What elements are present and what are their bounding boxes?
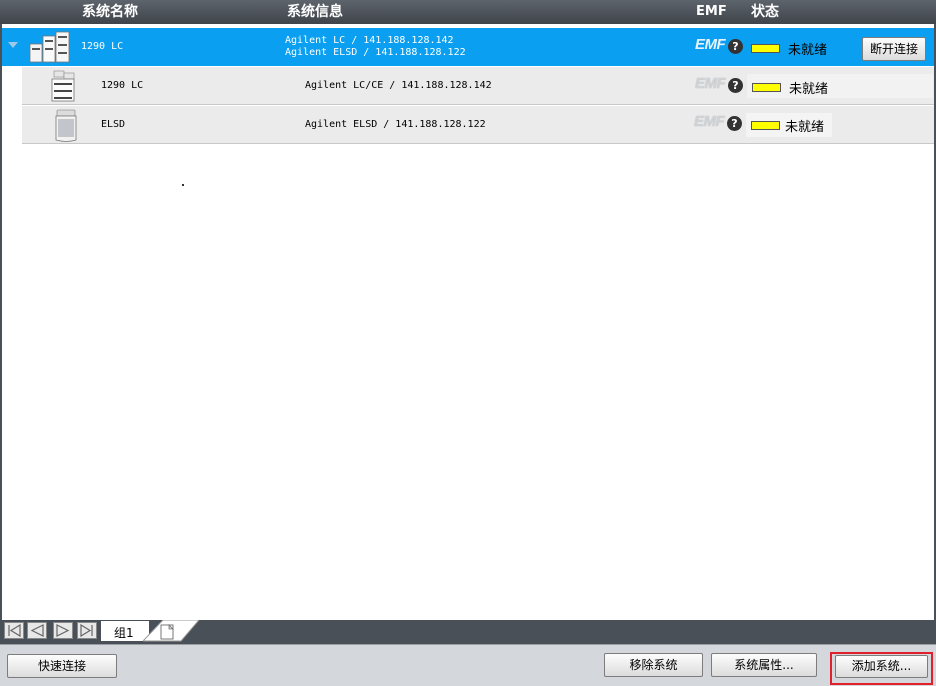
- status-text: 未就绪: [789, 82, 829, 97]
- header-system-name[interactable]: 系统名称: [82, 4, 138, 20]
- help-icon[interactable]: ?: [727, 116, 742, 131]
- tab-group-1[interactable]: 组1: [101, 621, 149, 641]
- help-icon[interactable]: ?: [728, 78, 743, 93]
- status-text: 未就绪: [785, 120, 825, 135]
- column-header: 系统名称 系统信息 EMF 状态: [0, 0, 936, 24]
- module-name: 1290 LC: [101, 80, 144, 91]
- emf-icon: EMF: [694, 113, 725, 130]
- status-indicator: [751, 44, 780, 53]
- tab-label: 组1: [114, 626, 134, 640]
- system-list[interactable]: 1290 LC Agilent LC / 141.188.128.142 Agi…: [2, 24, 934, 620]
- first-page-icon[interactable]: [4, 622, 24, 639]
- status-indicator: [751, 121, 780, 130]
- chevron-down-icon[interactable]: [8, 42, 18, 48]
- system-info-line-2: Agilent ELSD / 141.188.128.122: [285, 47, 466, 58]
- quick-connect-button[interactable]: 快速连接: [7, 654, 117, 678]
- prev-page-icon[interactable]: [27, 622, 47, 639]
- lc-system-icon: [29, 31, 70, 63]
- next-page-icon[interactable]: [53, 622, 73, 639]
- system-row-1290-lc-module[interactable]: 1290 LC Agilent LC/CE / 141.188.128.142 …: [22, 67, 934, 105]
- module-name: ELSD: [101, 119, 126, 130]
- group-tab-strip: 组1: [0, 620, 936, 642]
- bottom-toolbar: 快速连接 移除系统 系统属性... 添加系统...: [0, 644, 936, 686]
- module-info: Agilent LC/CE / 141.188.128.142: [305, 80, 492, 91]
- module-info: Agilent ELSD / 141.188.128.122: [305, 119, 486, 130]
- help-icon[interactable]: ?: [728, 39, 743, 54]
- system-row-elsd[interactable]: ELSD Agilent ELSD / 141.188.128.122 EMF …: [22, 106, 934, 144]
- disconnect-button[interactable]: 断开连接: [862, 37, 926, 61]
- system-info-line-1: Agilent LC / 141.188.128.142: [285, 35, 454, 46]
- elsd-module-icon: [55, 109, 77, 142]
- last-page-icon[interactable]: [77, 622, 97, 639]
- header-status[interactable]: 状态: [751, 4, 779, 20]
- header-system-info[interactable]: 系统信息: [287, 4, 343, 20]
- status-indicator: [752, 83, 781, 92]
- emf-icon: EMF: [695, 36, 726, 53]
- stray-dot: [182, 184, 184, 186]
- emf-icon: EMF: [695, 75, 726, 92]
- status-text: 未就绪: [788, 43, 828, 58]
- system-name: 1290 LC: [81, 41, 124, 52]
- lc-module-icon: [51, 70, 75, 102]
- new-tab-icon[interactable]: [143, 620, 199, 642]
- remove-system-button[interactable]: 移除系统: [604, 653, 703, 677]
- system-row-1290-lc[interactable]: 1290 LC Agilent LC / 141.188.128.142 Agi…: [2, 28, 934, 66]
- header-emf[interactable]: EMF: [696, 4, 727, 20]
- system-properties-button[interactable]: 系统属性...: [711, 653, 817, 677]
- add-system-button[interactable]: 添加系统...: [835, 655, 928, 678]
